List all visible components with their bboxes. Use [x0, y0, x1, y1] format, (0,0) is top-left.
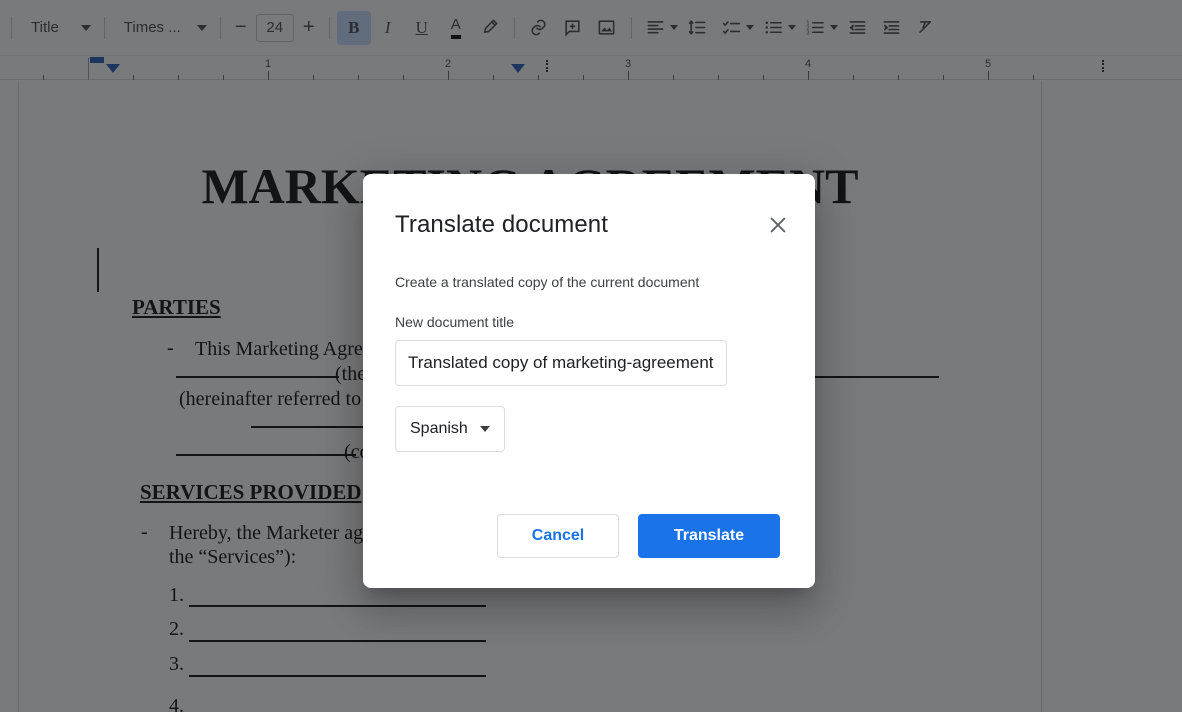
close-dialog-button[interactable]: [763, 212, 793, 242]
new-document-title-label: New document title: [395, 314, 515, 330]
dialog-subtitle: Create a translated copy of the current …: [395, 274, 700, 290]
translate-button[interactable]: Translate: [638, 514, 780, 558]
chevron-down-icon: [479, 426, 490, 432]
target-language-select[interactable]: Spanish: [395, 406, 505, 452]
docs-editor-window: Title Times ... − 24 + B I U A: [0, 0, 1182, 712]
translate-document-dialog: Translate document Create a translated c…: [363, 174, 815, 588]
dialog-title: Translate document: [395, 211, 609, 238]
close-icon: [767, 214, 789, 241]
cancel-button[interactable]: Cancel: [497, 514, 619, 558]
target-language-value: Spanish: [410, 420, 468, 437]
new-document-title-input[interactable]: Translated copy of marketing-agreement: [395, 340, 727, 386]
